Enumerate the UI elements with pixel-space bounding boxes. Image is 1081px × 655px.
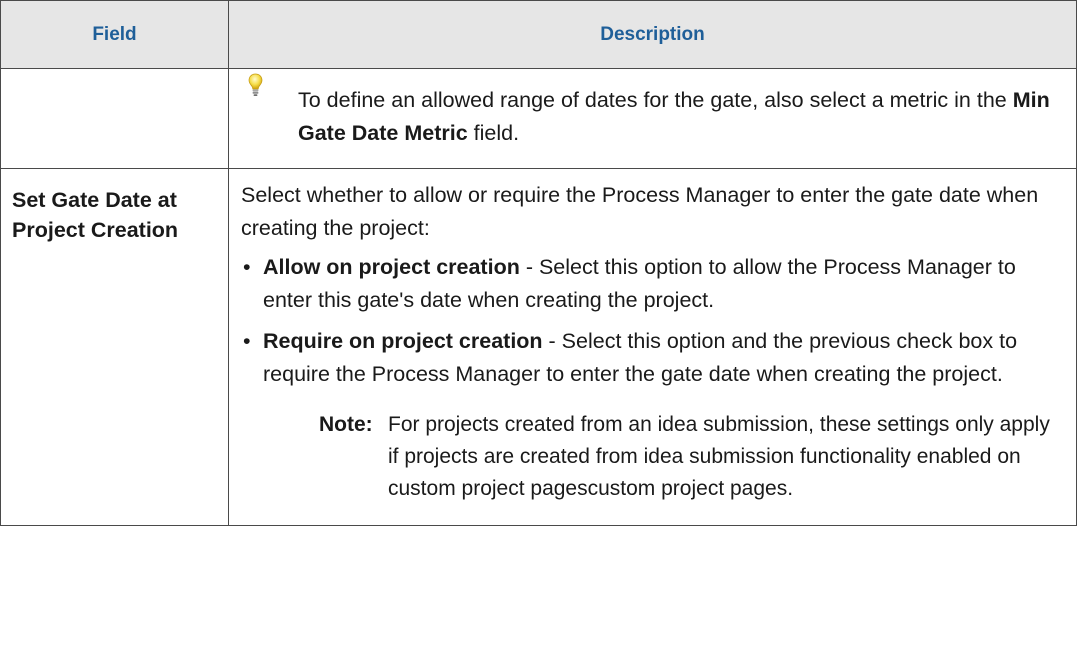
tip-note: To define an allowed range of dates for … bbox=[230, 70, 1075, 150]
bullet-icon: • bbox=[243, 329, 251, 353]
note-text: For projects created from an idea submis… bbox=[388, 413, 1050, 500]
field-column-header: Field bbox=[0, 0, 229, 69]
field-cell-empty bbox=[0, 68, 229, 169]
note-label: Note: bbox=[319, 413, 373, 436]
bullet-icon: • bbox=[243, 255, 251, 279]
list-item: • Allow on project creation - Select thi… bbox=[241, 251, 1062, 317]
description-column-header: Description bbox=[228, 0, 1077, 69]
field-description-table: Field Description To define an allowed r… bbox=[0, 0, 1077, 526]
description-cell: Select whether to allow or require the P… bbox=[228, 168, 1077, 526]
table-row: To define an allowed range of dates for … bbox=[0, 68, 1077, 169]
note-block: Note: For projects created from an idea … bbox=[319, 409, 1062, 505]
description-cell: To define an allowed range of dates for … bbox=[228, 68, 1077, 169]
table-header-row: Field Description bbox=[0, 0, 1077, 69]
option-label-allow: Allow on project creation bbox=[263, 255, 520, 279]
option-list: • Allow on project creation - Select thi… bbox=[241, 251, 1062, 391]
field-name-set-gate-date: Set Gate Date at Project Creation bbox=[12, 188, 179, 242]
list-item: • Require on project creation - Select t… bbox=[241, 325, 1062, 391]
table-row: Set Gate Date at Project Creation Select… bbox=[0, 168, 1077, 526]
lightbulb-icon bbox=[248, 73, 263, 96]
tip-text: To define an allowed range of dates for … bbox=[298, 88, 1050, 145]
description-intro: Select whether to allow or require the P… bbox=[241, 183, 1039, 240]
field-cell: Set Gate Date at Project Creation bbox=[0, 168, 229, 526]
option-label-require: Require on project creation bbox=[263, 329, 543, 353]
